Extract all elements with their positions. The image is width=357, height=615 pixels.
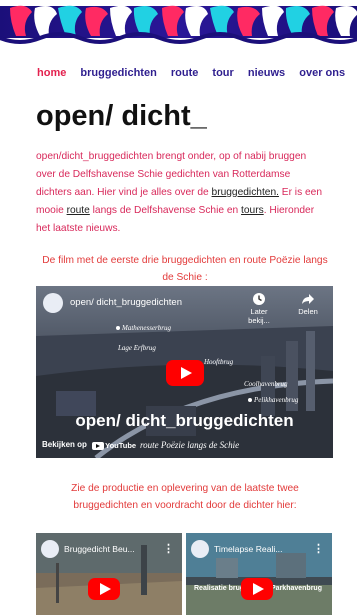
play-button[interactable]: [241, 578, 273, 600]
map-label-pelikhavenbrug: Pelikhavenbrug: [248, 396, 298, 404]
intro-part-3: langs de Delfshavense Schie en: [89, 205, 242, 216]
video-embed-timelapse[interactable]: Timelapse Reali... ⋮ Realisatie bruggedi…: [186, 533, 332, 615]
map-label-text: Coolhavenbrug: [244, 380, 288, 388]
play-button[interactable]: [88, 578, 120, 600]
map-label-lage-erfbrug: Lage Erfbrug: [118, 344, 156, 352]
map-label-mathenesserbrug: Mathenesserbrug: [116, 324, 171, 332]
clock-icon: [253, 293, 265, 305]
video-title[interactable]: Bruggedicht Beu...: [64, 544, 135, 554]
watch-later-label: Later bekij...: [248, 307, 270, 325]
map-label-hooftbrug: Hooftbrug: [204, 358, 233, 366]
video-title[interactable]: open/ dicht_bruggedichten: [70, 297, 182, 308]
nav-nieuws[interactable]: nieuws: [248, 67, 285, 79]
share-icon: [302, 294, 314, 304]
channel-avatar[interactable]: [191, 540, 209, 558]
page-title: open/ dicht_: [36, 100, 207, 132]
video-embed-bruggedicht[interactable]: Bruggedicht Beu... ⋮: [36, 533, 182, 615]
nav-home[interactable]: home: [37, 67, 66, 79]
location-dot-icon: [248, 398, 252, 403]
video-subtitle: route Poëzie langs de Schie: [140, 440, 240, 450]
main-video-embed[interactable]: open/ dicht_bruggedichten Later bekij...…: [36, 286, 333, 458]
banner-graphic: [0, 5, 357, 44]
main-nav: home bruggedichten route tour nieuws ove…: [37, 67, 356, 79]
more-options-icon[interactable]: ⋮: [313, 542, 324, 555]
location-dot-icon: [116, 326, 120, 331]
map-label-coolhavenbrug: Coolhavenbrug: [244, 380, 288, 388]
map-label-text: Lage Erfbrug: [118, 344, 156, 352]
link-bruggedichten[interactable]: bruggedichten.: [212, 187, 279, 198]
channel-avatar[interactable]: [43, 293, 63, 313]
nav-over-ons[interactable]: over ons: [299, 67, 345, 79]
nav-bruggedichten[interactable]: bruggedichten: [80, 67, 156, 79]
nav-route[interactable]: route: [171, 67, 199, 79]
video-caption-2: Zie de productie en oplevering van de la…: [71, 483, 299, 511]
video-title[interactable]: Timelapse Reali...: [214, 544, 282, 554]
intro-text: open/dicht_bruggedichten brengt onder, o…: [36, 148, 326, 238]
video-overlay-title: open/ dicht_bruggedichten: [75, 411, 294, 430]
watch-label: Bekijken op: [42, 440, 87, 450]
more-options-icon[interactable]: ⋮: [163, 542, 174, 555]
map-label-text: Pelikhavenbrug: [254, 396, 299, 404]
watch-later-button[interactable]: Later bekij...: [239, 292, 279, 325]
map-label-text: Mathenesserbrug: [122, 324, 171, 332]
header-banner: [0, 0, 357, 50]
link-tours[interactable]: tours: [241, 205, 264, 216]
nav-tour[interactable]: tour: [212, 67, 233, 79]
share-label: Delen: [298, 307, 318, 316]
video-caption-1: De film met de eerste drie bruggedichten…: [42, 255, 328, 283]
play-button[interactable]: [166, 360, 204, 386]
map-label-text: Hooftbrug: [204, 358, 234, 366]
channel-avatar[interactable]: [41, 540, 59, 558]
watch-on-youtube-link[interactable]: Bekijken op YouTube: [42, 440, 136, 450]
youtube-logo-icon: YouTube: [92, 441, 136, 450]
youtube-wordmark: YouTube: [105, 441, 137, 450]
share-button[interactable]: Delen: [288, 292, 328, 316]
link-route[interactable]: route: [67, 205, 90, 216]
